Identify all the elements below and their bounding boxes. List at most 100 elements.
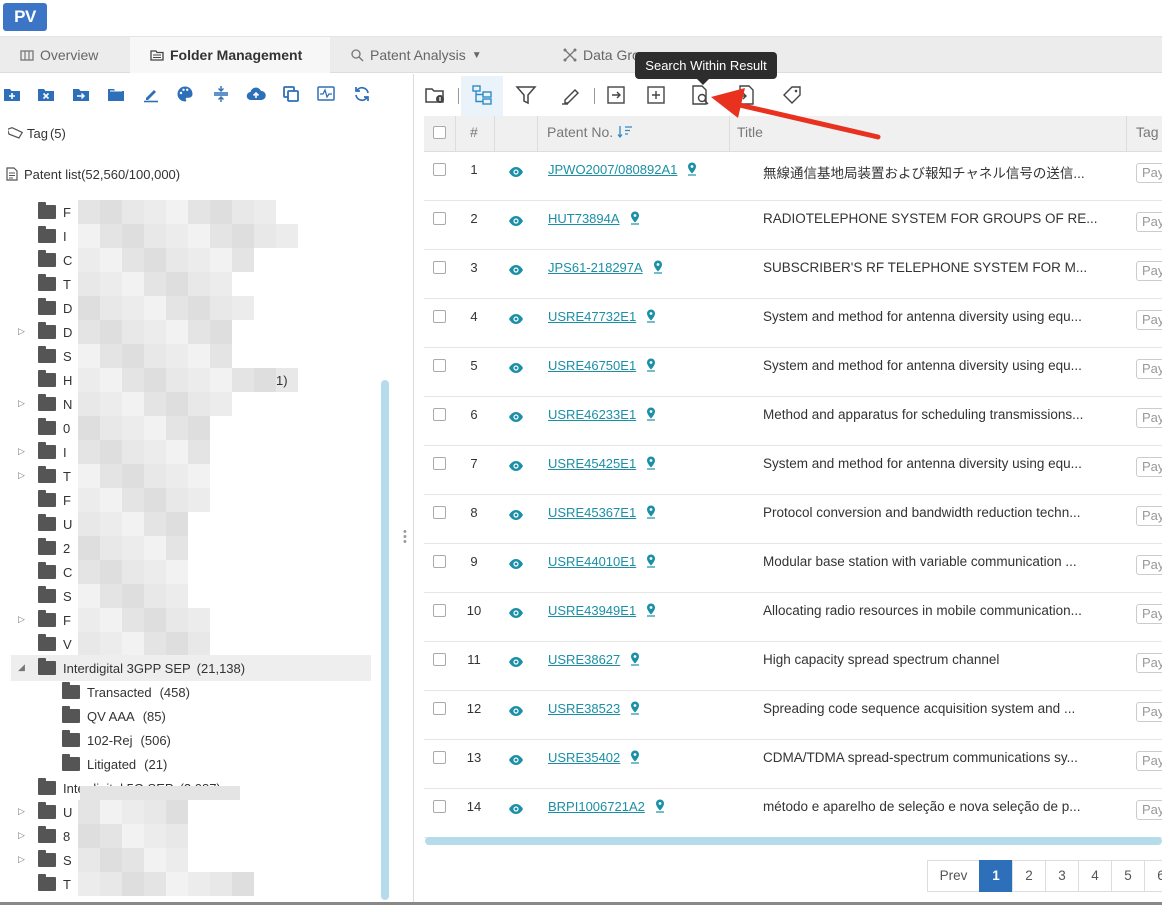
rename-icon[interactable] (142, 85, 160, 103)
tag-field[interactable]: Pay (1136, 653, 1162, 673)
tag-field[interactable]: Pay (1136, 163, 1162, 183)
column-header-patent-no[interactable]: Patent No. (547, 116, 633, 152)
child-folder-item[interactable]: Transacted (458) (62, 682, 190, 702)
folder-tree-item[interactable]: I (18, 226, 67, 246)
patent-number-link[interactable]: USRE44010E1 (548, 554, 656, 569)
eye-icon[interactable] (508, 703, 524, 719)
tag-field[interactable]: Pay (1136, 408, 1162, 428)
folder-tree-item[interactable]: ▷ I (18, 442, 67, 462)
copy-icon[interactable] (282, 85, 300, 103)
import-icon[interactable] (735, 84, 757, 106)
tag-field[interactable]: Pay (1136, 555, 1162, 575)
page-button-6[interactable]: 6 (1144, 860, 1162, 892)
search-within-result-icon[interactable] (689, 84, 711, 106)
patent-number-link[interactable]: USRE46233E1 (548, 407, 656, 422)
folder-tree-item[interactable]: F (18, 202, 71, 222)
eye-icon[interactable] (508, 164, 524, 180)
table-row[interactable]: 10 USRE43949E1 Allocating radio resources … (424, 593, 1162, 642)
row-checkbox[interactable] (433, 800, 446, 813)
expand-arrow-icon[interactable]: ▷ (18, 470, 25, 481)
merge-icon[interactable] (212, 85, 230, 103)
app-logo[interactable]: PV (3, 3, 47, 31)
expand-arrow-icon[interactable]: ▷ (18, 398, 25, 409)
tag-field[interactable]: Pay (1136, 604, 1162, 624)
eye-icon[interactable] (508, 605, 524, 621)
location-pin-icon[interactable] (646, 358, 656, 372)
folder-tree-item[interactable]: ▷ T (18, 466, 71, 486)
tag-field[interactable]: Pay (1136, 359, 1162, 379)
location-pin-icon[interactable] (646, 407, 656, 421)
tag-field[interactable]: Pay (1136, 702, 1162, 722)
eye-icon[interactable] (508, 311, 524, 327)
table-row[interactable]: 9 USRE44010E1 Modular base station with va… (424, 544, 1162, 593)
location-pin-icon[interactable] (646, 456, 656, 470)
export-icon[interactable] (605, 84, 627, 106)
tab-overview[interactable]: Overview (0, 37, 130, 73)
folder-interdigital-3gpp-sep[interactable]: ◢ Interdigital 3GPP SEP (21,138) (18, 658, 245, 678)
eye-icon[interactable] (508, 752, 524, 768)
refresh-icon[interactable] (353, 85, 371, 103)
table-row[interactable]: 2 HUT73894A RADIOTELEPHONE SYSTEM FOR GROU… (424, 201, 1162, 250)
folder-tree-item[interactable]: 0 (18, 418, 70, 438)
folder-tree-item[interactable]: D (18, 298, 72, 318)
folder-tree-item[interactable]: ▷ U (18, 802, 72, 822)
eye-icon[interactable] (508, 262, 524, 278)
location-pin-icon[interactable] (630, 750, 640, 764)
expand-arrow-icon[interactable]: ▷ (18, 614, 25, 625)
tag-field[interactable]: Pay (1136, 800, 1162, 820)
upload-icon[interactable] (246, 85, 266, 103)
folder-tree-item[interactable]: C (18, 250, 72, 270)
row-checkbox[interactable] (433, 702, 446, 715)
location-pin-icon[interactable] (630, 211, 640, 225)
tag-field[interactable]: Pay (1136, 310, 1162, 330)
location-pin-icon[interactable] (655, 799, 665, 813)
folder-tree-item[interactable]: C (18, 562, 72, 582)
page-button-4[interactable]: 4 (1078, 860, 1112, 892)
table-row[interactable]: 11 USRE38627 High capacity spread spectrum… (424, 642, 1162, 691)
folder-tree-item[interactable]: S (18, 586, 72, 606)
table-row[interactable]: 12 USRE38523 Spreading code sequence acqui… (424, 691, 1162, 740)
patent-list-node[interactable]: Patent list(52,560/100,000) (6, 167, 180, 182)
expand-arrow-icon[interactable]: ▷ (18, 830, 25, 841)
location-pin-icon[interactable] (646, 603, 656, 617)
pane-divider[interactable] (413, 74, 414, 905)
location-pin-icon[interactable] (646, 505, 656, 519)
eye-icon[interactable] (508, 556, 524, 572)
highlight-icon[interactable] (559, 84, 581, 106)
add-icon[interactable] (645, 84, 667, 106)
row-checkbox[interactable] (433, 408, 446, 421)
page-button-1[interactable]: 1 (979, 860, 1013, 892)
row-checkbox[interactable] (433, 457, 446, 470)
patent-number-link[interactable]: USRE47732E1 (548, 309, 656, 324)
tag-node[interactable]: Tag (5) (6, 126, 66, 141)
location-pin-icon[interactable] (630, 652, 640, 666)
expand-arrow-icon[interactable]: ▷ (18, 326, 25, 337)
tag-field[interactable]: Pay (1136, 261, 1162, 281)
tab-folder-management[interactable]: Folder Management (130, 37, 330, 73)
row-checkbox[interactable] (433, 653, 446, 666)
table-row[interactable]: 6 USRE46233E1 Method and apparatus for sch… (424, 397, 1162, 446)
folder-tree-item[interactable]: ▷ N (18, 394, 72, 414)
eye-icon[interactable] (508, 360, 524, 376)
expand-arrow-icon[interactable]: ▷ (18, 854, 25, 865)
tag-field[interactable]: Pay (1136, 506, 1162, 526)
eye-icon[interactable] (508, 654, 524, 670)
folder-tree-item[interactable]: ▷ S (18, 850, 72, 870)
table-row[interactable]: 7 USRE45425E1 System and method for antenn… (424, 446, 1162, 495)
tree-view-icon[interactable] (471, 84, 493, 106)
patent-number-link[interactable]: USRE38627 (548, 652, 640, 667)
folder-info-icon[interactable] (424, 84, 446, 106)
table-row[interactable]: 5 USRE46750E1 System and method for antenn… (424, 348, 1162, 397)
table-row[interactable]: 8 USRE45367E1 Protocol conversion and band… (424, 495, 1162, 544)
patent-number-link[interactable]: USRE35402 (548, 750, 640, 765)
patent-number-link[interactable]: USRE38523 (548, 701, 640, 716)
row-checkbox[interactable] (433, 212, 446, 225)
monitor-icon[interactable] (317, 85, 335, 103)
child-folder-item[interactable]: 102-Rej (506) (62, 730, 171, 750)
table-row[interactable]: 3 JPS61-218297A SUBSCRIBER'S RF TELEPHONE … (424, 250, 1162, 299)
folder-tree-item[interactable]: T (18, 274, 71, 294)
folder-tree-item[interactable]: ▷ F (18, 610, 71, 630)
folder-tree-item[interactable]: S (18, 346, 72, 366)
table-row[interactable]: 1 JPWO2007/080892A1 無線通信基地局装置および報知チャネル信号の送… (424, 152, 1162, 201)
eye-icon[interactable] (508, 507, 524, 523)
